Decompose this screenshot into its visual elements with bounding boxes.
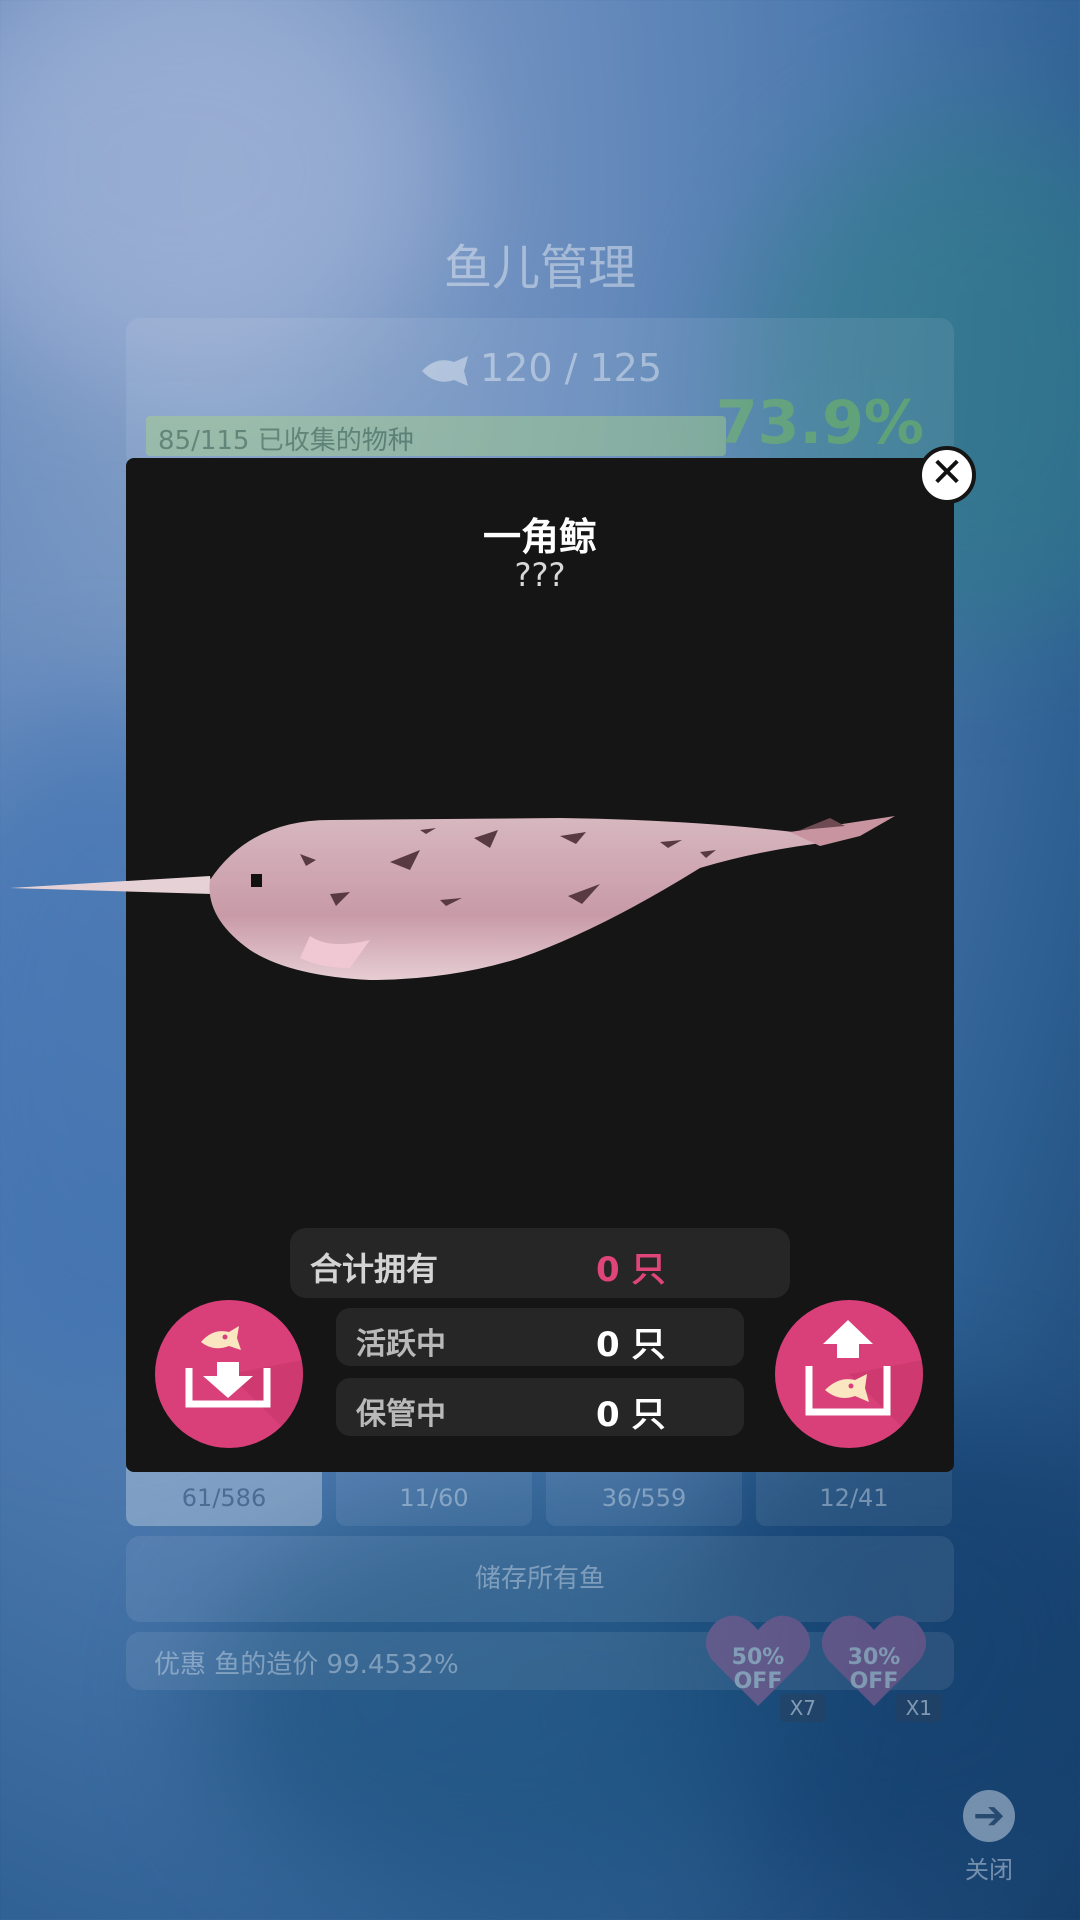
store-fish-button[interactable] (155, 1300, 303, 1448)
close-icon[interactable]: ✕ (918, 446, 976, 504)
release-fish-icon (805, 1320, 923, 1448)
fish-icon (421, 355, 468, 386)
discount-text: 优惠 鱼的造价 99.4532% (154, 1650, 459, 1680)
arrow-right-icon: ➔ (963, 1790, 1015, 1842)
active-row: 活跃中 0 只 (336, 1308, 744, 1366)
total-owned-value: 0 只 (596, 1250, 666, 1290)
close-screen-button[interactable]: ➔ 关闭 (944, 1790, 1034, 1885)
active-value: 0 只 (596, 1325, 666, 1365)
coupon-count: X1 (895, 1694, 942, 1722)
coupon-percent: 30% (847, 1645, 901, 1670)
coupon-30-off[interactable]: 30% OFF X1 (820, 1610, 942, 1722)
coupon-off: OFF (733, 1669, 783, 1694)
fish-count: 120 / 125 (126, 346, 954, 390)
narwhal-model (10, 816, 895, 980)
fish-name: 一角鲸 (482, 515, 597, 559)
total-owned-label: 合计拥有 (310, 1250, 439, 1288)
close-label: 关闭 (965, 1856, 1013, 1884)
total-owned-row: 合计拥有 0 只 (290, 1228, 790, 1298)
fish-count-value: 120 / 125 (479, 346, 663, 390)
fish-subtitle: ??? (514, 556, 566, 594)
active-label: 活跃中 (356, 1327, 446, 1362)
store-fish-icon (185, 1326, 303, 1448)
coupon-percent: 50% (731, 1645, 785, 1670)
release-fish-button[interactable] (775, 1300, 923, 1448)
stored-row: 保管中 0 只 (336, 1378, 744, 1436)
stored-label: 保管中 (356, 1397, 446, 1432)
coupon-off: OFF (849, 1669, 899, 1694)
fish-count-panel: 120 / 125 85/115 已收集的物种 73.9% (126, 318, 954, 468)
collection-progress-label: 85/115 已收集的物种 (158, 426, 414, 456)
coupon-50-off[interactable]: 50% OFF X7 (704, 1610, 826, 1722)
stored-value: 0 只 (596, 1395, 666, 1435)
collection-percent: 73.9% (715, 388, 924, 458)
collection-progress-bar: 85/115 已收集的物种 (146, 416, 726, 456)
page-title: 鱼儿管理 (443, 240, 636, 296)
